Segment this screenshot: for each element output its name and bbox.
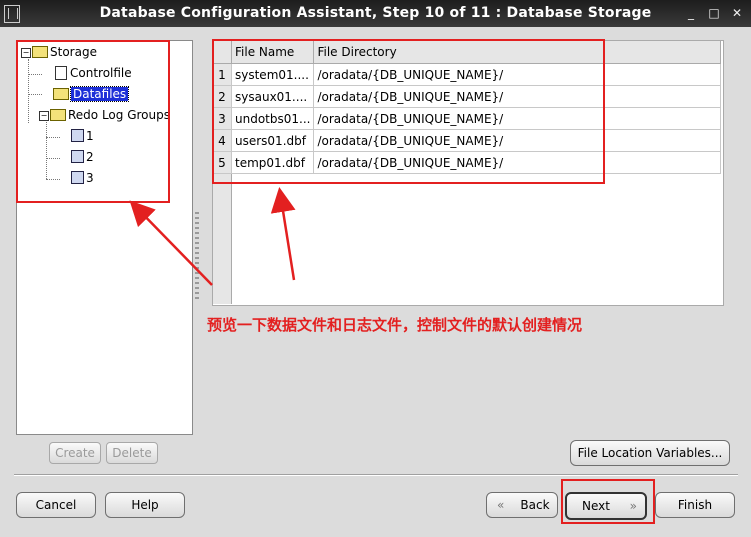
file-location-variables-button[interactable]: File Location Variables... — [570, 440, 730, 466]
maximize-icon[interactable]: □ — [707, 6, 721, 20]
chevron-left-icon: « — [497, 498, 505, 512]
next-button[interactable]: Next » — [565, 492, 647, 520]
finish-button[interactable]: Finish — [655, 492, 735, 518]
splitter-handle[interactable] — [195, 212, 199, 302]
separator — [14, 474, 738, 476]
create-button[interactable]: Create — [49, 442, 101, 464]
minimize-icon[interactable]: _ — [684, 6, 698, 20]
annotation-box-table — [212, 39, 605, 184]
back-label: Back — [520, 498, 550, 512]
chevron-right-icon: » — [629, 499, 637, 513]
back-button[interactable]: « Back — [486, 492, 558, 518]
title-bar: Database Configuration Assistant, Step 1… — [0, 0, 751, 27]
help-button[interactable]: Help — [105, 492, 185, 518]
annotation-text: 预览一下数据文件和日志文件，控制文件的默认创建情况 — [207, 316, 583, 334]
cancel-button[interactable]: Cancel — [16, 492, 96, 518]
next-label: Next — [582, 499, 610, 513]
window-title: Database Configuration Assistant, Step 1… — [99, 5, 652, 21]
delete-button[interactable]: Delete — [106, 442, 158, 464]
close-icon[interactable]: ✕ — [730, 6, 744, 20]
annotation-box-tree — [16, 40, 170, 203]
